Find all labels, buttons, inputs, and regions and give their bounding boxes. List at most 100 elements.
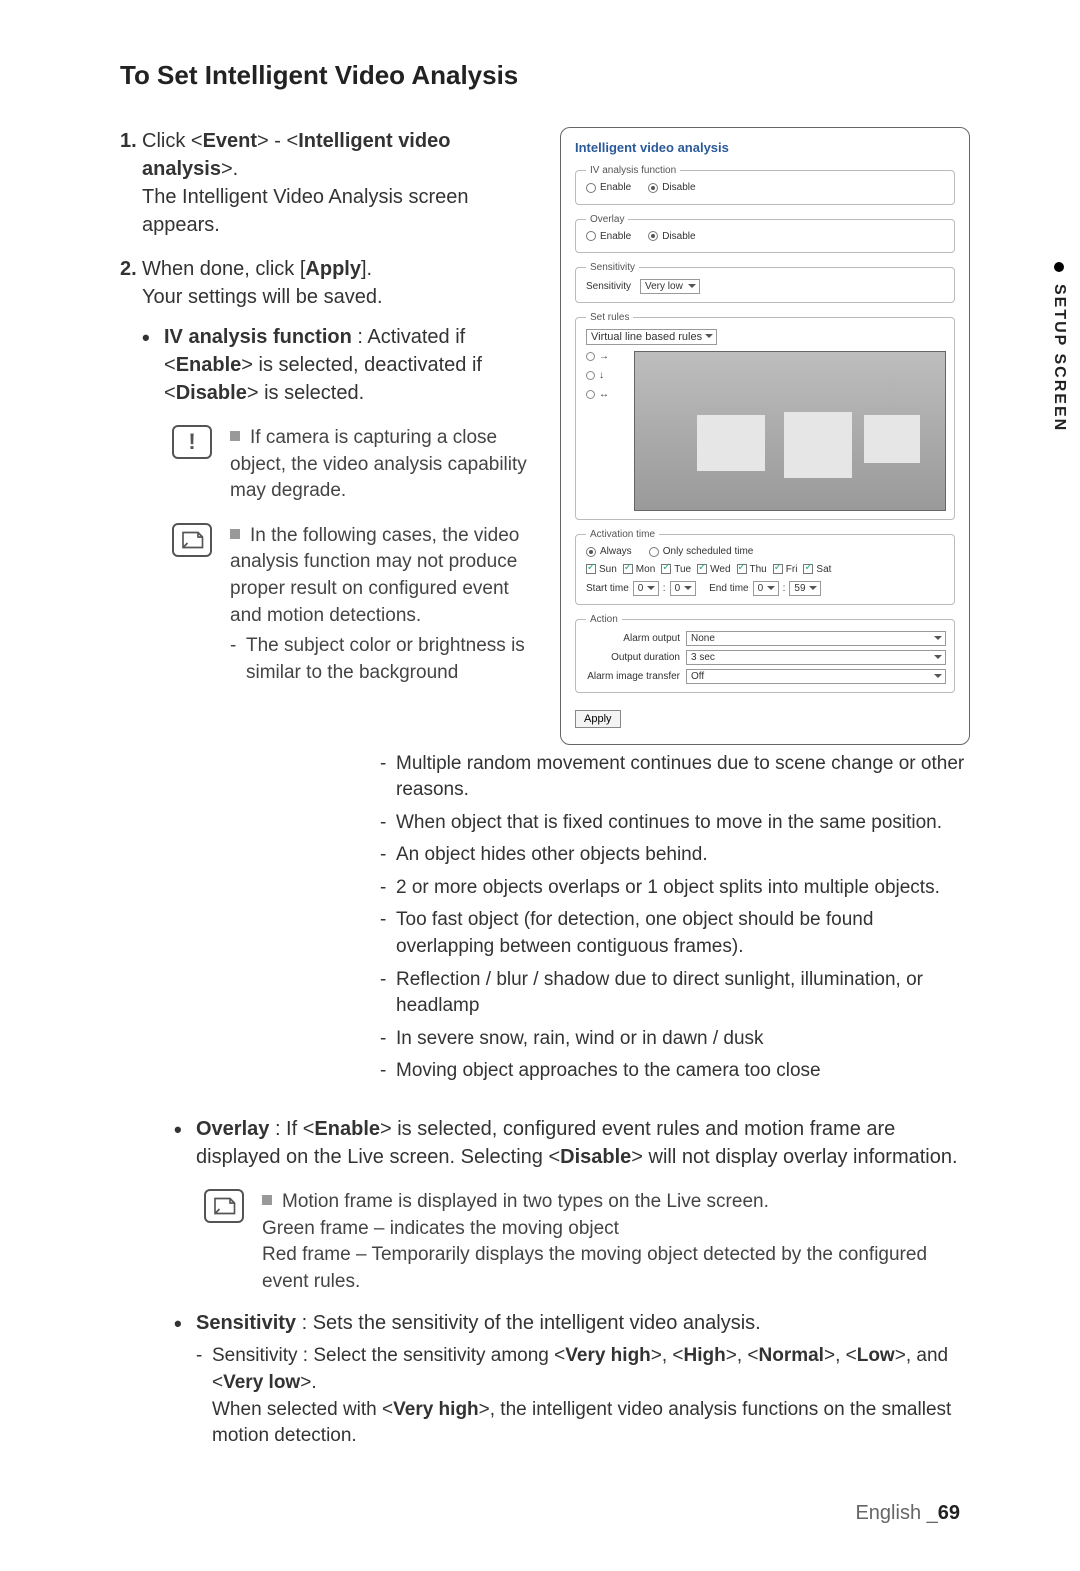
rule-option-2[interactable]: ↓ — [586, 370, 626, 381]
disable-radio[interactable]: Disable — [648, 231, 695, 242]
sensitivity-label: Sensitivity — [586, 281, 634, 292]
day-wed[interactable]: Wed — [697, 564, 730, 575]
sensitivity-sub: Sensitivity : Select the sensitivity amo… — [196, 1343, 970, 1449]
bullet-icon — [230, 431, 240, 441]
section-label: SETUP SCREEN — [1050, 284, 1068, 432]
text: Sensitivity : Select the sensitivity amo… — [212, 1345, 565, 1366]
apply-button[interactable]: Apply — [575, 710, 621, 728]
text: Click < — [142, 130, 203, 152]
iv-function-bullet: IV analysis function : Activated if <Ena… — [142, 323, 530, 407]
day-label: Thu — [750, 564, 767, 575]
radio-label: Only scheduled time — [663, 546, 754, 557]
sensitivity-label: Sensitivity — [196, 1312, 296, 1334]
limit-item: In severe snow, rain, wind or in dawn / … — [380, 1026, 970, 1053]
colon: : — [663, 583, 666, 594]
rules-select[interactable]: Virtual line based rules — [586, 329, 717, 345]
activation-time-group: Activation time Always Only scheduled ti… — [575, 529, 955, 605]
arrow-icon: ↔ — [599, 389, 609, 400]
video-preview — [634, 351, 946, 511]
bullet-icon — [230, 529, 240, 539]
vl-label: Very low — [223, 1372, 300, 1393]
limit-item: Moving object approaches to the camera t… — [380, 1058, 970, 1085]
end-hour-select[interactable]: 0 — [753, 581, 779, 596]
iva-screenshot-panel: Intelligent video analysis IV analysis f… — [560, 127, 970, 745]
day-label: Wed — [710, 564, 730, 575]
note-line: Red frame – Temporarily displays the mov… — [262, 1244, 927, 1292]
day-fri[interactable]: Fri — [773, 564, 798, 575]
sensitivity-group: Sensitivity SensitivityVery low — [575, 262, 955, 303]
text: > is selected. — [247, 382, 364, 404]
enable-radio[interactable]: Enable — [586, 231, 631, 242]
action-group: Action Alarm output None Output duration… — [575, 614, 955, 693]
text: When done, click [ — [142, 258, 305, 280]
start-hour-select[interactable]: 0 — [633, 581, 659, 596]
limit-item: Too fast object (for detection, one obje… — [380, 907, 970, 960]
enable-label: Enable — [176, 354, 242, 376]
always-radio[interactable]: Always — [586, 546, 632, 557]
colon: : — [783, 583, 786, 594]
day-label: Sun — [599, 564, 617, 575]
limit-item: Multiple random movement continues due t… — [380, 751, 970, 804]
output-duration-select[interactable]: 3 sec — [686, 650, 946, 665]
page-number: 69 — [938, 1502, 960, 1524]
page-footer: English _69 — [855, 1502, 960, 1525]
limitation-note: In the following cases, the video analys… — [230, 523, 530, 693]
overlay-group: Overlay Enable Disable — [575, 214, 955, 254]
end-time-label: End time — [709, 583, 748, 594]
day-sun[interactable]: Sun — [586, 564, 617, 575]
radio-label: Always — [600, 546, 632, 557]
alarm-image-transfer-select[interactable]: Off — [686, 669, 946, 684]
warning-text: If camera is capturing a close object, t… — [230, 427, 527, 501]
text: >. — [221, 158, 238, 180]
group-legend: Activation time — [586, 529, 659, 540]
step1-desc: The Intelligent Video Analysis screen ap… — [142, 186, 469, 236]
start-time-label: Start time — [586, 583, 629, 594]
overlay-label: Overlay — [196, 1118, 269, 1140]
bullet-icon — [262, 1195, 272, 1205]
group-legend: Set rules — [586, 312, 633, 323]
end-min-select[interactable]: 59 — [789, 581, 820, 596]
panel-title: Intelligent video analysis — [575, 140, 955, 155]
day-tue[interactable]: Tue — [661, 564, 691, 575]
alarm-image-transfer-label: Alarm image transfer — [586, 671, 686, 682]
text: >. — [300, 1372, 316, 1393]
section-side-tab: SETUP SCREEN — [1038, 262, 1080, 432]
warning-icon: ! — [172, 425, 212, 459]
set-rules-group: Set rules Virtual line based rules → ↓ ↔ — [575, 312, 955, 520]
group-legend: IV analysis function — [586, 165, 680, 176]
group-legend: Action — [586, 614, 622, 625]
radio-label: Disable — [662, 231, 695, 242]
scheduled-radio[interactable]: Only scheduled time — [649, 546, 754, 557]
language-label: English _ — [855, 1502, 937, 1524]
enable-radio[interactable]: Enable — [586, 182, 631, 193]
arrow-icon: → — [599, 351, 609, 362]
disable-label: Disable — [560, 1146, 631, 1168]
radio-label: Enable — [600, 182, 631, 193]
disable-radio[interactable]: Disable — [648, 182, 695, 193]
day-sat[interactable]: Sat — [803, 564, 831, 575]
start-min-select[interactable]: 0 — [670, 581, 696, 596]
note-line: Green frame – indicates the moving objec… — [262, 1218, 619, 1239]
rule-option-1[interactable]: → — [586, 351, 626, 362]
note-line: Motion frame is displayed in two types o… — [282, 1191, 769, 1212]
step-2: When done, click [Apply]. Your settings … — [120, 255, 530, 692]
limit-intro: In the following cases, the video analys… — [230, 525, 519, 626]
event-label: Event — [203, 130, 257, 152]
alarm-output-label: Alarm output — [586, 633, 686, 644]
iv-func-label: IV analysis function — [164, 326, 352, 348]
sensitivity-select[interactable]: Very low — [640, 279, 700, 294]
h-label: High — [684, 1345, 726, 1366]
limit-item: The subject color or brightness is simil… — [230, 633, 530, 686]
limit-item: An object hides other objects behind. — [380, 842, 970, 869]
day-mon[interactable]: Mon — [623, 564, 655, 575]
disable-label: Disable — [176, 382, 247, 404]
text: > will not display overlay information. — [631, 1146, 957, 1168]
enable-label: Enable — [314, 1118, 380, 1140]
rule-option-3[interactable]: ↔ — [586, 389, 626, 400]
alarm-output-select[interactable]: None — [686, 631, 946, 646]
apply-label: Apply — [305, 258, 361, 280]
group-legend: Overlay — [586, 214, 628, 225]
limit-item: Reflection / blur / shadow due to direct… — [380, 967, 970, 1020]
day-thu[interactable]: Thu — [737, 564, 767, 575]
radio-label: Enable — [600, 231, 631, 242]
